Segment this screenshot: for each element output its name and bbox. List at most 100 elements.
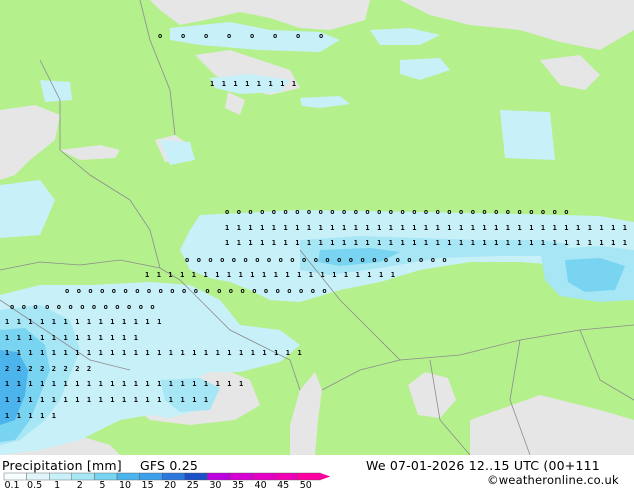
grid-value-marker: o	[459, 208, 463, 216]
grid-value-marker: 1	[269, 80, 273, 88]
grid-value-marker: o	[482, 208, 486, 216]
grid-value-marker: 1	[169, 396, 173, 404]
precipitation-map: oooooooooooooooooooooooooooooo1111111111…	[0, 0, 634, 455]
grid-value-marker: 1	[344, 271, 348, 279]
grid-value-marker: 1	[239, 380, 243, 388]
grid-value-marker: o	[299, 287, 303, 295]
grid-value-marker: 1	[192, 396, 196, 404]
legend-tick-label: 2	[76, 480, 83, 491]
grid-value-marker: o	[529, 208, 533, 216]
grid-value-marker: 1	[192, 380, 196, 388]
legend-color-swatch	[184, 472, 208, 481]
grid-value-marker: o	[494, 208, 498, 216]
grid-value-marker: 1	[307, 239, 311, 247]
grid-value-marker: 1	[284, 224, 288, 232]
grid-value-marker: 1	[245, 80, 249, 88]
grid-value-marker: o	[412, 208, 416, 216]
grid-value-marker: 1	[424, 239, 428, 247]
grid-value-marker: 1	[272, 239, 276, 247]
grid-value-marker: 1	[192, 271, 196, 279]
legend-color-swatch	[207, 472, 231, 481]
grid-value-marker: 1	[553, 239, 557, 247]
grid-value-marker: 1	[157, 318, 161, 326]
grid-value-marker: 1	[599, 239, 603, 247]
grid-value-marker: 1	[436, 239, 440, 247]
grid-value-marker: 1	[377, 239, 381, 247]
grid-value-marker: 1	[110, 334, 114, 342]
grid-value-marker: 1	[64, 334, 68, 342]
grid-value-marker: 1	[52, 318, 56, 326]
grid-value-marker: 1	[248, 224, 252, 232]
legend-tick-label: 0.5	[27, 480, 43, 491]
grid-value-marker: 1	[110, 349, 114, 357]
grid-value-marker: o	[290, 256, 294, 264]
grid-value-marker: 2	[17, 365, 21, 373]
grid-value-marker: o	[260, 208, 264, 216]
legend-tick-label: 40	[254, 480, 267, 491]
grid-value-marker: 1	[332, 271, 336, 279]
baltic-sea	[0, 105, 60, 180]
grid-value-marker: 1	[342, 224, 346, 232]
grid-value-marker: 1	[292, 80, 296, 88]
arctic-east	[400, 0, 634, 50]
grid-value-marker: 1	[181, 396, 185, 404]
grid-value-marker: o	[272, 208, 276, 216]
grid-value-marker: 1	[611, 239, 615, 247]
grid-value-marker: 1	[447, 239, 451, 247]
grid-value-marker: 1	[239, 271, 243, 279]
grid-value-marker: o	[205, 287, 209, 295]
legend-tick-label: 0.1	[4, 480, 20, 491]
grid-value-marker: 1	[280, 80, 284, 88]
grid-value-marker: o	[127, 303, 131, 311]
grid-value-marker: o	[237, 208, 241, 216]
grid-value-marker: 1	[262, 349, 266, 357]
grid-value-marker: 1	[52, 412, 56, 420]
grid-value-marker: 2	[87, 365, 91, 373]
grid-value-marker: 1	[389, 239, 393, 247]
grid-value-marker: 1	[134, 380, 138, 388]
grid-value-marker: o	[307, 208, 311, 216]
grid-value-marker: 1	[412, 239, 416, 247]
grid-value-marker: 1	[576, 224, 580, 232]
grid-value-marker: 1	[494, 239, 498, 247]
kara-bay	[540, 55, 600, 90]
grid-value-marker: 1	[40, 318, 44, 326]
grid-value-marker: o	[252, 287, 256, 295]
grid-value-marker: o	[384, 256, 388, 264]
grid-value-marker: o	[354, 208, 358, 216]
legend-color-swatch	[139, 472, 163, 481]
legend-tick-label: 5	[99, 480, 106, 491]
grid-value-marker: o	[361, 256, 365, 264]
precip-nw-1	[0, 180, 55, 238]
grid-value-marker: o	[337, 256, 341, 264]
grid-value-marker: o	[159, 287, 163, 295]
grid-value-marker: o	[92, 303, 96, 311]
grid-value-marker: o	[115, 303, 119, 311]
grid-value-marker: 1	[169, 380, 173, 388]
grid-value-marker: 1	[40, 349, 44, 357]
grid-value-marker: 1	[122, 334, 126, 342]
grid-value-marker: o	[88, 287, 92, 295]
grid-value-marker: 1	[64, 380, 68, 388]
grid-value-marker: 2	[52, 365, 56, 373]
grid-value-marker: 1	[157, 396, 161, 404]
grid-value-marker: 1	[482, 239, 486, 247]
grid-value-marker: 1	[157, 271, 161, 279]
grid-value-marker: o	[248, 208, 252, 216]
grid-value-marker: o	[407, 256, 411, 264]
grid-value-marker: 1	[611, 224, 615, 232]
grid-value-marker: 1	[309, 271, 313, 279]
grid-value-marker: 1	[145, 380, 149, 388]
caspian-sea	[290, 372, 322, 455]
grid-value-marker: 1	[28, 412, 32, 420]
grid-value-marker: 1	[181, 349, 185, 357]
grid-value-marker: 1	[260, 239, 264, 247]
grid-value-marker: 2	[28, 365, 32, 373]
grid-value-marker: 1	[5, 380, 9, 388]
model-name: GFS 0.25	[140, 458, 198, 473]
grid-value-marker: 1	[239, 349, 243, 357]
grid-value-marker: 1	[623, 239, 627, 247]
grid-value-marker: 1	[40, 380, 44, 388]
arctic-sea-north	[150, 0, 370, 30]
legend-tick-label: 50	[299, 480, 312, 491]
